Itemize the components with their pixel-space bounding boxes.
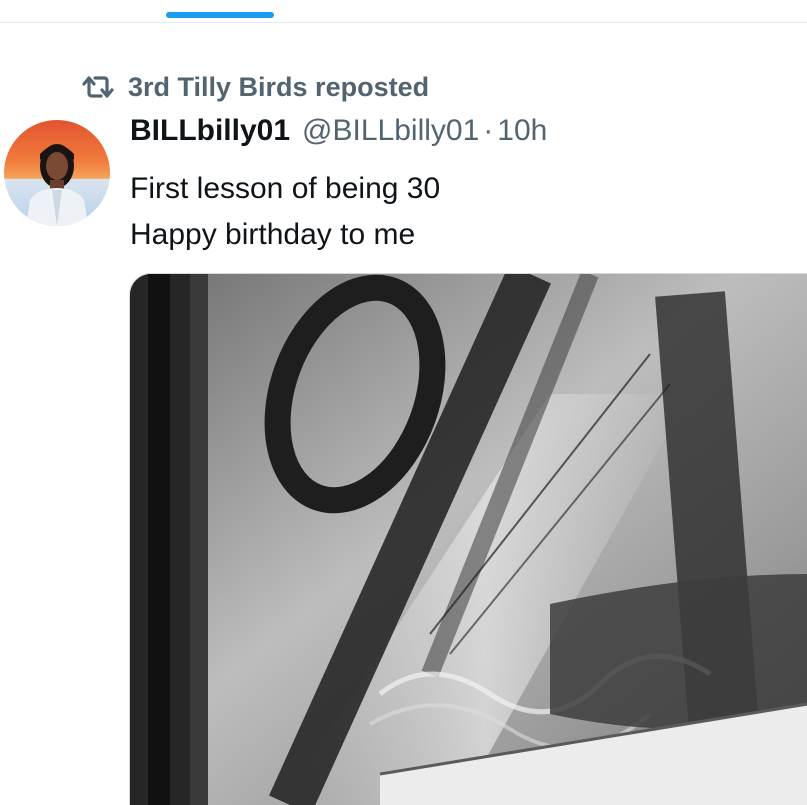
separator-dot: · — [483, 114, 494, 147]
top-tab-bar — [0, 0, 807, 23]
tweet-media-photo[interactable] — [129, 273, 807, 805]
user-avatar[interactable] — [4, 120, 110, 226]
tweet-text-line: Happy birthday to me — [130, 218, 416, 251]
tweet-text-line: First lesson of being 30 — [130, 172, 441, 205]
user-handle[interactable]: @BILLbilly01 — [302, 114, 479, 148]
repost-label: 3rd Tilly Birds reposted — [128, 71, 430, 102]
repost-icon — [82, 73, 114, 101]
tweet-timestamp[interactable]: 10h — [497, 114, 547, 148]
tweet-text: First lesson of being 30 Happy birthday … — [130, 166, 440, 258]
active-tab-indicator — [166, 12, 274, 18]
tweet-header: BILLbilly01 @BILLbilly01 · 10h — [130, 114, 547, 156]
graffiti-photo — [130, 274, 807, 805]
repost-context[interactable]: 3rd Tilly Birds reposted — [82, 70, 429, 104]
display-name[interactable]: BILLbilly01 — [130, 114, 290, 148]
